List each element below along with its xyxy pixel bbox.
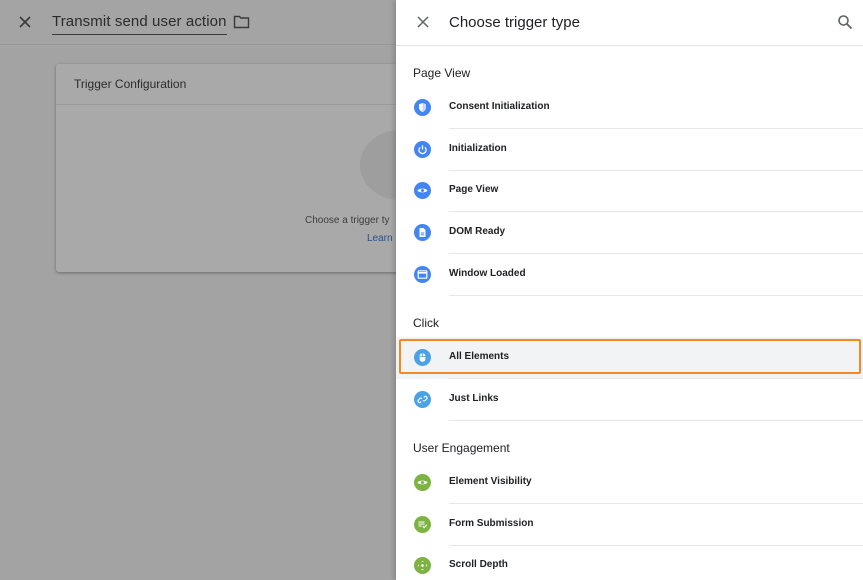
link-icon [414,391,431,408]
trigger-scroll-depth[interactable]: Scroll Depth [396,545,863,580]
trigger-form-submission[interactable]: Form Submission [396,504,863,546]
tag-name-title[interactable]: Transmit send user action [52,13,227,35]
trigger-just-links[interactable]: Just Links [396,379,863,421]
close-icon[interactable] [416,15,430,29]
trigger-label: Window Loaded [449,268,526,279]
section-page-view: Page View [413,66,471,80]
folder-icon[interactable] [233,15,250,29]
trigger-element-visibility[interactable]: Element Visibility [396,462,863,504]
divider [449,295,863,296]
choose-trigger-panel: Choose trigger type Page View Consent In… [396,0,863,580]
trigger-label: Element Visibility [449,476,532,487]
power-icon [414,141,431,158]
form-icon [414,516,431,533]
trigger-label: Initialization [449,143,507,154]
trigger-label: All Elements [449,351,510,362]
card-hint-text: Choose a trigger ty [305,215,390,226]
panel-title: Choose trigger type [449,14,580,31]
trigger-label: Form Submission [449,518,534,529]
divider [449,420,863,421]
trigger-window-loaded[interactable]: Window Loaded [396,254,863,296]
trigger-label: Consent Initialization [449,101,550,112]
document-icon [414,224,431,241]
close-icon[interactable] [16,13,34,31]
trigger-label: Page View [449,184,499,195]
trigger-consent-initialization[interactable]: Consent Initialization [396,87,863,129]
trigger-initialization[interactable]: Initialization [396,129,863,171]
section-user-engagement: User Engagement [413,441,510,455]
trigger-all-elements[interactable]: All Elements [396,337,863,379]
trigger-label: Just Links [449,393,499,404]
eye-icon [414,474,431,491]
move-icon [414,557,431,574]
section-click: Click [413,316,439,330]
window-icon [414,266,431,283]
trigger-dom-ready[interactable]: DOM Ready [396,212,863,254]
panel-header: Choose trigger type [396,0,863,46]
trigger-label: DOM Ready [449,226,506,237]
learn-more-link[interactable]: Learn [367,233,393,244]
eye-icon [414,182,431,199]
screen: Transmit send user action Trigger Config… [0,0,863,580]
search-icon[interactable] [837,14,853,30]
trigger-label: Scroll Depth [449,559,508,570]
shield-icon [414,99,431,116]
trigger-page-view[interactable]: Page View [396,170,863,212]
mouse-icon [414,349,431,366]
